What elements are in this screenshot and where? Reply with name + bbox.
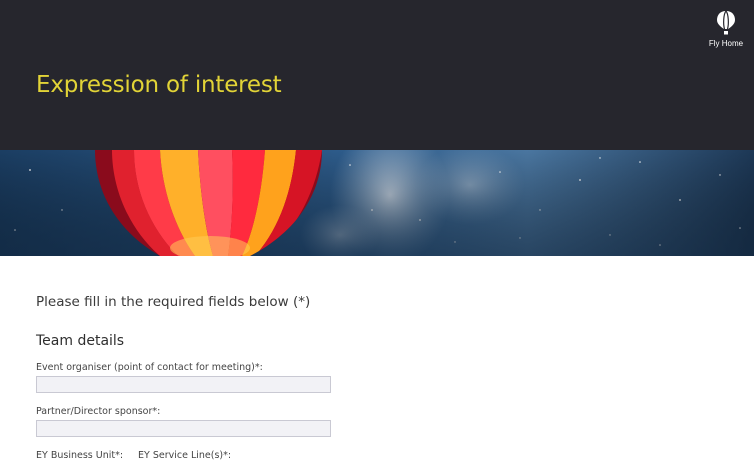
partner-director-sponsor-input[interactable] (36, 420, 331, 437)
balloon-icon (717, 10, 735, 35)
form-intro: Please fill in the required fields below… (36, 294, 311, 310)
fly-home-link[interactable]: Fly Home (702, 10, 750, 48)
event-organiser-input[interactable] (36, 376, 331, 393)
partner-director-sponsor-label: Partner/Director sponsor*: (36, 406, 161, 417)
page-title: Expression of interest (36, 72, 282, 98)
section-title-team-details: Team details (36, 333, 125, 349)
banner-image (0, 150, 754, 256)
page-header: Expression of interest Fly Home (0, 0, 754, 150)
event-organiser-label: Event organiser (point of contact for me… (36, 362, 263, 373)
ey-business-unit-label: EY Business Unit*: (36, 450, 124, 461)
ey-service-line-label: EY Service Line(s)*: (138, 450, 232, 461)
home-label: Fly Home (708, 39, 744, 48)
